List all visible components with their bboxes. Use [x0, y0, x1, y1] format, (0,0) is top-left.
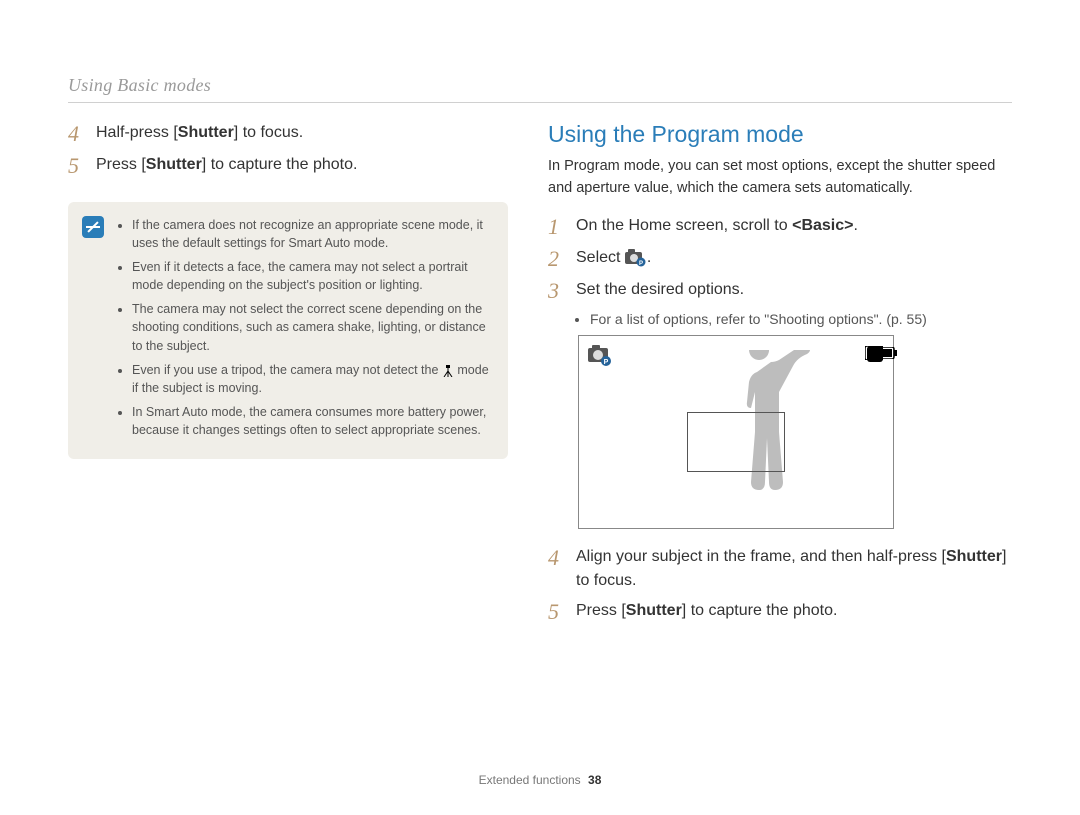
section-heading: Using the Program mode: [548, 121, 1008, 148]
svg-text:P: P: [604, 359, 609, 366]
note-list: If the camera does not recognize an appr…: [116, 216, 492, 445]
camera-preview: P 1 M: [578, 335, 894, 529]
program-mode-icon: P: [587, 344, 613, 366]
overlay-icons: 1 M A: [876, 346, 883, 361]
step-text: Align your subject in the frame, and the…: [576, 545, 1008, 593]
left-column: 4 Half-press [Shutter] to focus. 5 Press [S…: [68, 121, 508, 631]
step: 1 On the Home screen, scroll to <Basic>.: [548, 214, 1008, 240]
step-number: 5: [68, 153, 86, 179]
step: 2 Select P.: [548, 246, 1008, 272]
note-item: Even if it detects a face, the camera ma…: [132, 258, 492, 294]
step-text: Press [Shutter] to capture the photo.: [96, 153, 508, 179]
footer-section: Extended functions: [479, 773, 581, 787]
step-text: On the Home screen, scroll to <Basic>.: [576, 214, 1008, 240]
breadcrumb: Using Basic modes: [68, 75, 1012, 103]
note-item: In Smart Auto mode, the camera consumes …: [132, 403, 492, 439]
step: 5 Press [Shutter] to capture the photo.: [548, 599, 1008, 625]
note-item: The camera may not select the correct sc…: [132, 300, 492, 354]
section-intro: In Program mode, you can set most option…: [548, 156, 1008, 200]
manual-page: Using Basic modes 4 Half-press [Shutter] …: [0, 0, 1080, 631]
note-box: If the camera does not recognize an appr…: [68, 202, 508, 459]
right-column: Using the Program mode In Program mode, …: [548, 121, 1008, 631]
note-item: If the camera does not recognize an appr…: [132, 216, 492, 252]
page-number: 38: [588, 773, 601, 787]
stabilizer-icon: [867, 346, 883, 362]
options-reference: For a list of options, refer to "Shootin…: [590, 311, 1008, 327]
step-number: 1: [548, 214, 566, 240]
step-number: 4: [68, 121, 86, 147]
step-text: Half-press [Shutter] to focus.: [96, 121, 508, 147]
step-number: 5: [548, 599, 566, 625]
tripod-icon: [442, 364, 454, 376]
step: 4 Half-press [Shutter] to focus.: [68, 121, 508, 147]
step-number: 4: [548, 545, 566, 593]
program-icon: P: [625, 249, 647, 267]
note-item: Even if you use a tripod, the camera may…: [132, 361, 492, 397]
two-column-layout: 4 Half-press [Shutter] to focus. 5 Press [S…: [68, 121, 1012, 631]
step-text: Press [Shutter] to capture the photo.: [576, 599, 1008, 625]
step-text: Set the desired options.: [576, 278, 1008, 304]
focus-frame: [687, 412, 785, 472]
svg-text:P: P: [639, 261, 643, 267]
note-icon: [82, 216, 104, 238]
step-number: 3: [548, 278, 566, 304]
step: 3 Set the desired options.: [548, 278, 1008, 304]
step: 5 Press [Shutter] to capture the photo.: [68, 153, 508, 179]
sub-bullet-list: For a list of options, refer to "Shootin…: [548, 311, 1008, 327]
step: 4Align your subject in the frame, and th…: [548, 545, 1008, 593]
step-text: Select P.: [576, 246, 1008, 272]
page-footer: Extended functions 38: [0, 773, 1080, 787]
step-number: 2: [548, 246, 566, 272]
